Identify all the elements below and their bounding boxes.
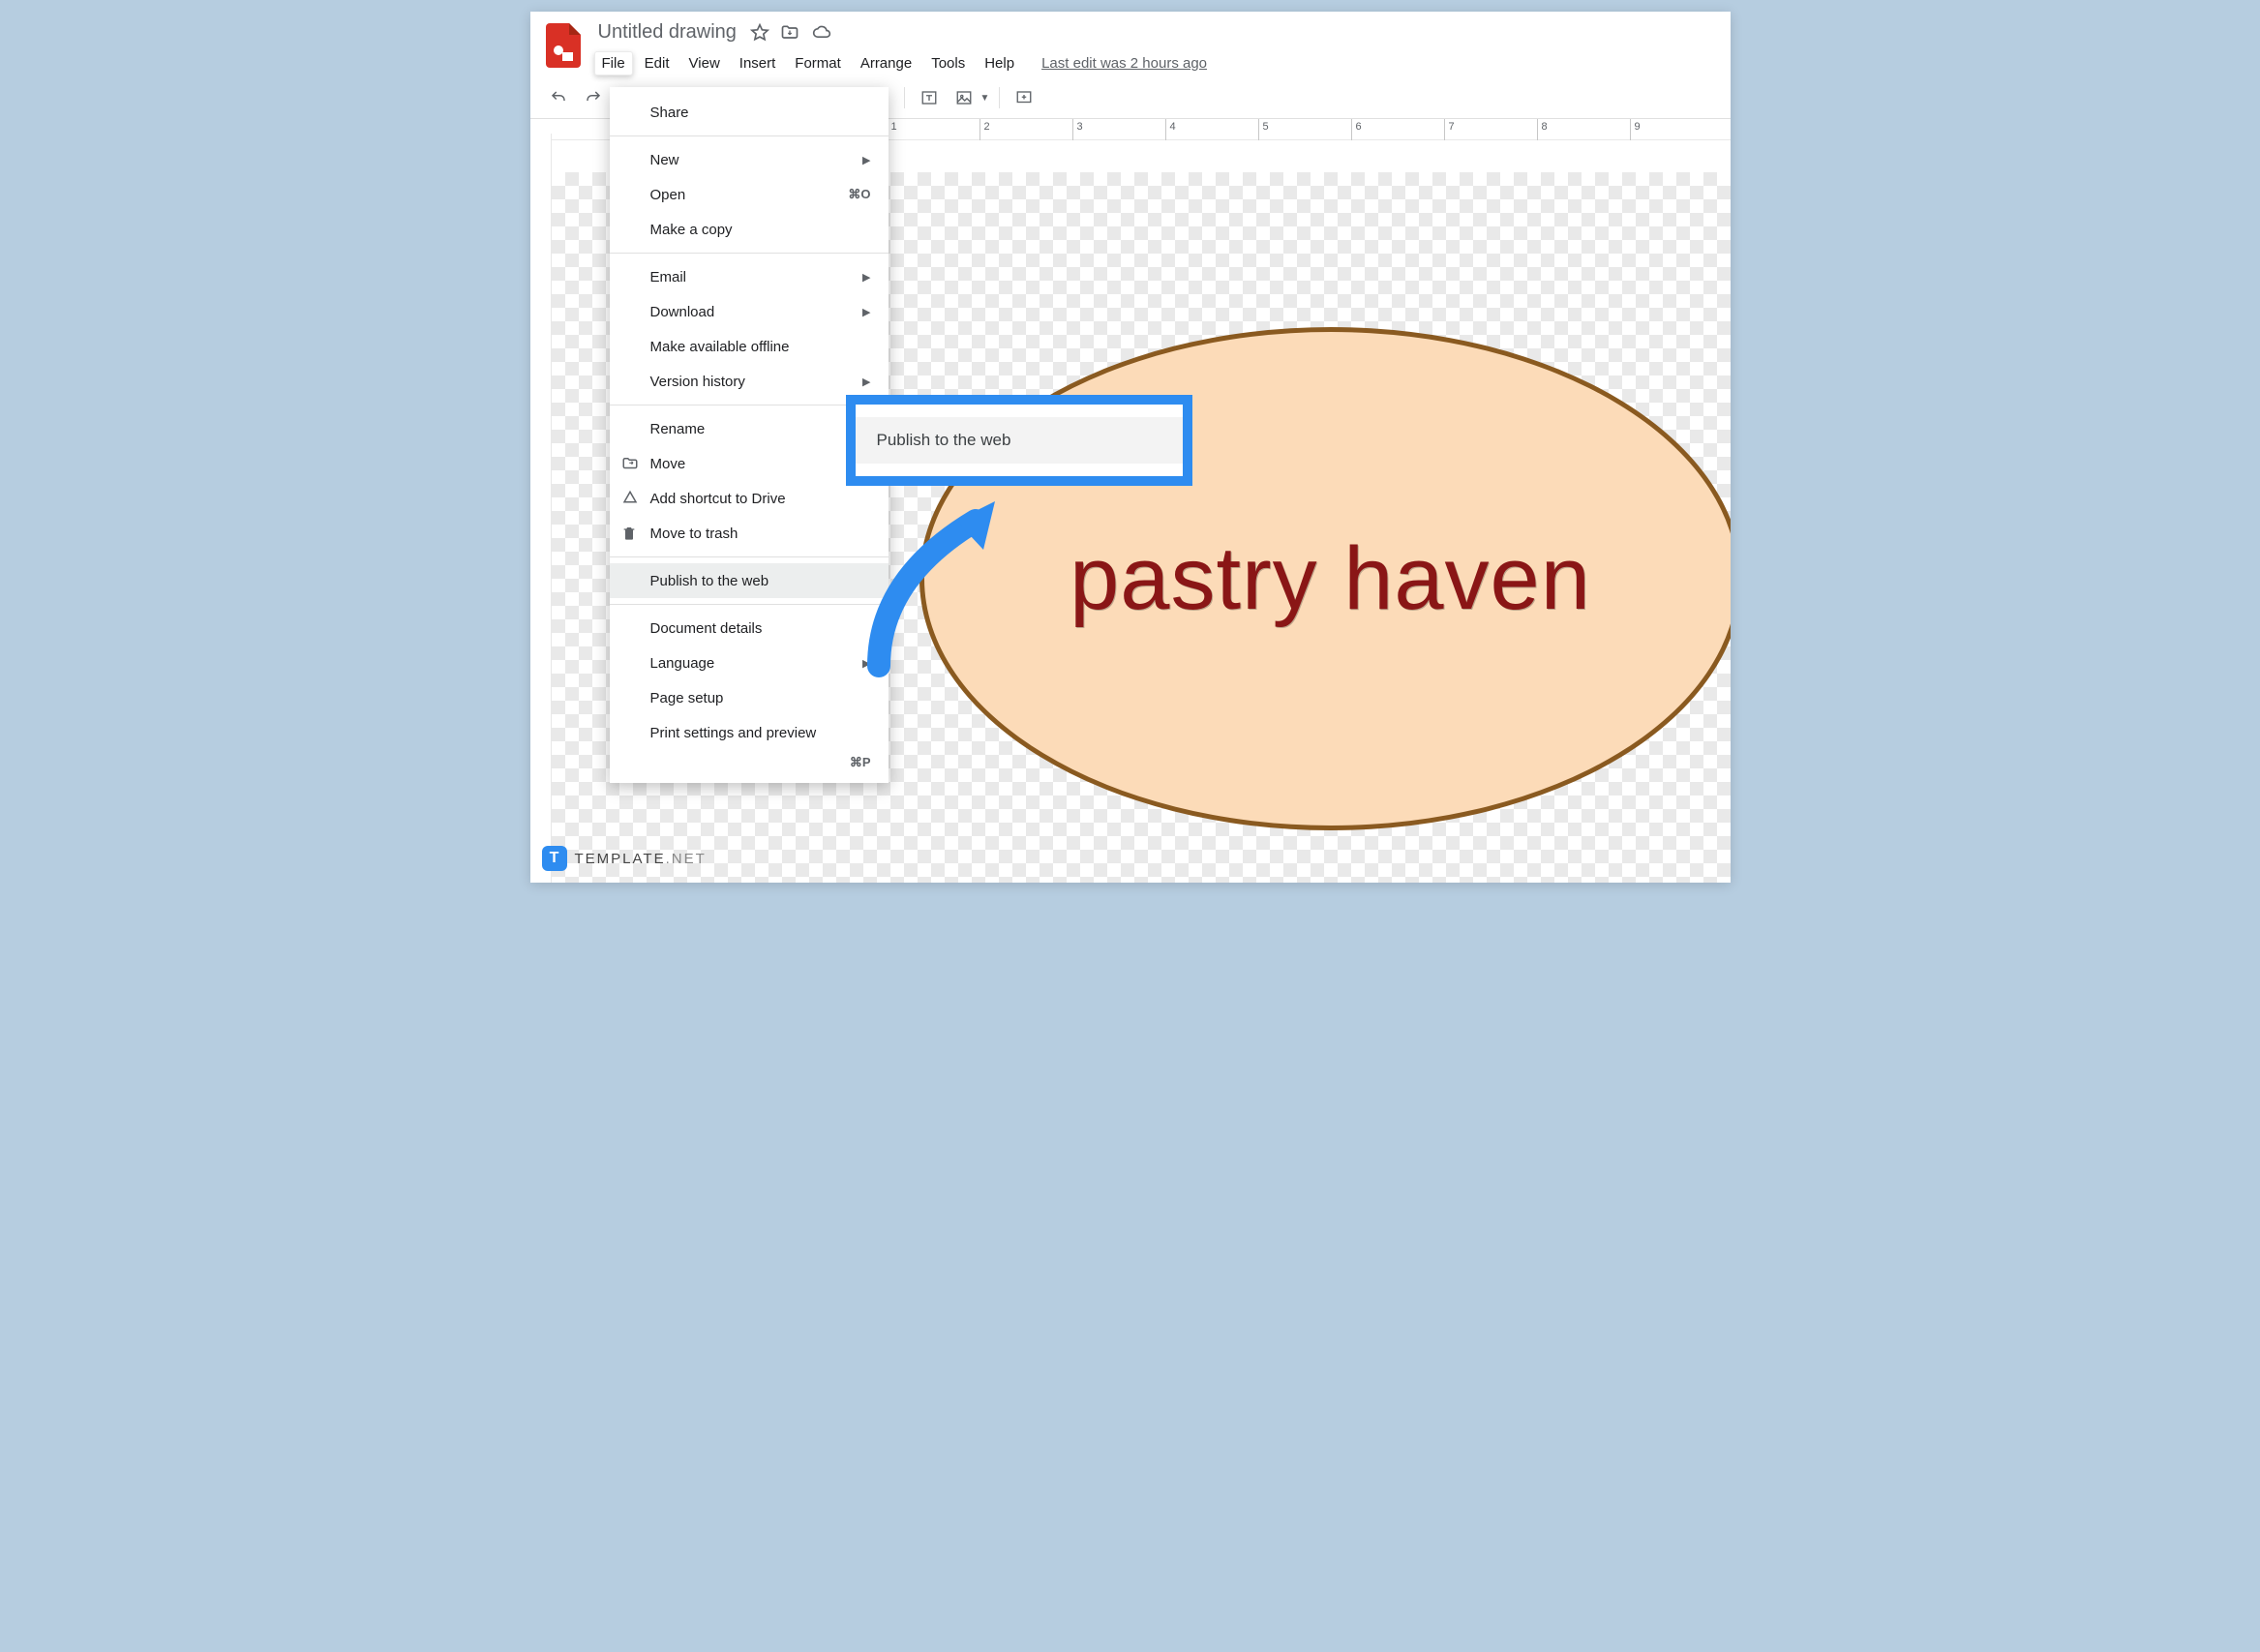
menu-print-shortcut-row[interactable]: ⌘P [610, 750, 889, 775]
menu-open[interactable]: Open⌘O [610, 177, 889, 212]
ruler-tick-label: 5 [1263, 121, 1269, 133]
shortcut-label: ⌘P [850, 755, 871, 770]
menu-divider [610, 556, 889, 557]
header: Untitled drawing File Edit View Insert F… [530, 12, 1731, 75]
menu-page-setup[interactable]: Page setup [610, 680, 889, 715]
last-edit-link[interactable]: Last edit was 2 hours ago [1041, 51, 1207, 75]
watermark-logo-icon: T [542, 846, 567, 871]
menu-make-copy[interactable]: Make a copy [610, 212, 889, 247]
menu-divider [610, 253, 889, 254]
menu-tools[interactable]: Tools [923, 51, 973, 75]
menu-arrange[interactable]: Arrange [853, 51, 919, 75]
menu-publish-web[interactable]: Publish to the web [610, 563, 889, 598]
ellipse-text[interactable]: pastry haven [1070, 528, 1591, 630]
menu-divider [610, 604, 889, 605]
annotation-label: Publish to the web [856, 417, 1183, 464]
title-area: Untitled drawing File Edit View Insert F… [594, 19, 1717, 75]
shortcut-label: ⌘O [848, 187, 870, 202]
watermark: T TEMPLATE.NET [542, 846, 707, 871]
menu-make-offline[interactable]: Make available offline [610, 329, 889, 364]
menu-format[interactable]: Format [787, 51, 849, 75]
menu-language[interactable]: Language▶ [610, 646, 889, 680]
app-logo-icon [544, 19, 583, 72]
redo-button[interactable] [579, 83, 608, 112]
menu-document-details[interactable]: Document details [610, 611, 889, 646]
menu-divider [610, 135, 889, 136]
chevron-right-icon: ▶ [862, 154, 870, 166]
menu-email[interactable]: Email▶ [610, 259, 889, 294]
image-button[interactable] [949, 83, 979, 112]
menu-insert[interactable]: Insert [732, 51, 784, 75]
menu-view[interactable]: View [681, 51, 728, 75]
dropdown-caret-icon[interactable]: ▼ [980, 93, 990, 104]
insert-comment-button[interactable] [1009, 83, 1039, 112]
menu-version-history[interactable]: Version history▶ [610, 364, 889, 399]
ruler-tick-label: 2 [984, 121, 990, 133]
menu-print-preview[interactable]: Print settings and preview [610, 715, 889, 750]
textbox-button[interactable] [915, 83, 944, 112]
chevron-right-icon: ▶ [862, 306, 870, 318]
menu-new[interactable]: New▶ [610, 142, 889, 177]
menu-share[interactable]: Share [610, 95, 889, 130]
document-title[interactable]: Untitled drawing [594, 19, 740, 45]
move-folder-icon[interactable] [779, 23, 800, 43]
move-icon [621, 455, 639, 472]
chevron-right-icon: ▶ [862, 375, 870, 388]
menu-download[interactable]: Download▶ [610, 294, 889, 329]
chevron-right-icon: ▶ [862, 271, 870, 284]
toolbar-separator [999, 87, 1000, 108]
ruler-tick-label: 3 [1077, 121, 1083, 133]
menu-file[interactable]: File [594, 51, 633, 75]
menu-add-shortcut[interactable]: Add shortcut to Drive [610, 481, 889, 516]
menu-edit[interactable]: Edit [637, 51, 678, 75]
ruler-tick-label: 7 [1449, 121, 1455, 133]
trash-icon [621, 525, 637, 542]
undo-button[interactable] [544, 83, 573, 112]
ruler-tick-label: 6 [1356, 121, 1362, 133]
menu-help[interactable]: Help [977, 51, 1022, 75]
menu-trash[interactable]: Move to trash [610, 516, 889, 551]
drive-shortcut-icon [621, 490, 639, 507]
toolbar-separator [904, 87, 905, 108]
ruler-tick-label: 1 [891, 121, 897, 133]
watermark-text: TEMPLATE.NET [575, 851, 707, 867]
app-window: Untitled drawing File Edit View Insert F… [530, 12, 1731, 883]
annotation-arrow-icon [859, 482, 1024, 685]
ruler-tick-label: 4 [1170, 121, 1176, 133]
cloud-status-icon[interactable] [810, 23, 833, 43]
ruler-tick-label: 9 [1635, 121, 1641, 133]
vertical-ruler [530, 134, 552, 883]
star-icon[interactable] [750, 23, 769, 43]
menubar: File Edit View Insert Format Arrange Too… [594, 51, 1717, 75]
annotation-highlight-box: Publish to the web [846, 395, 1192, 486]
ruler-tick-label: 8 [1542, 121, 1548, 133]
